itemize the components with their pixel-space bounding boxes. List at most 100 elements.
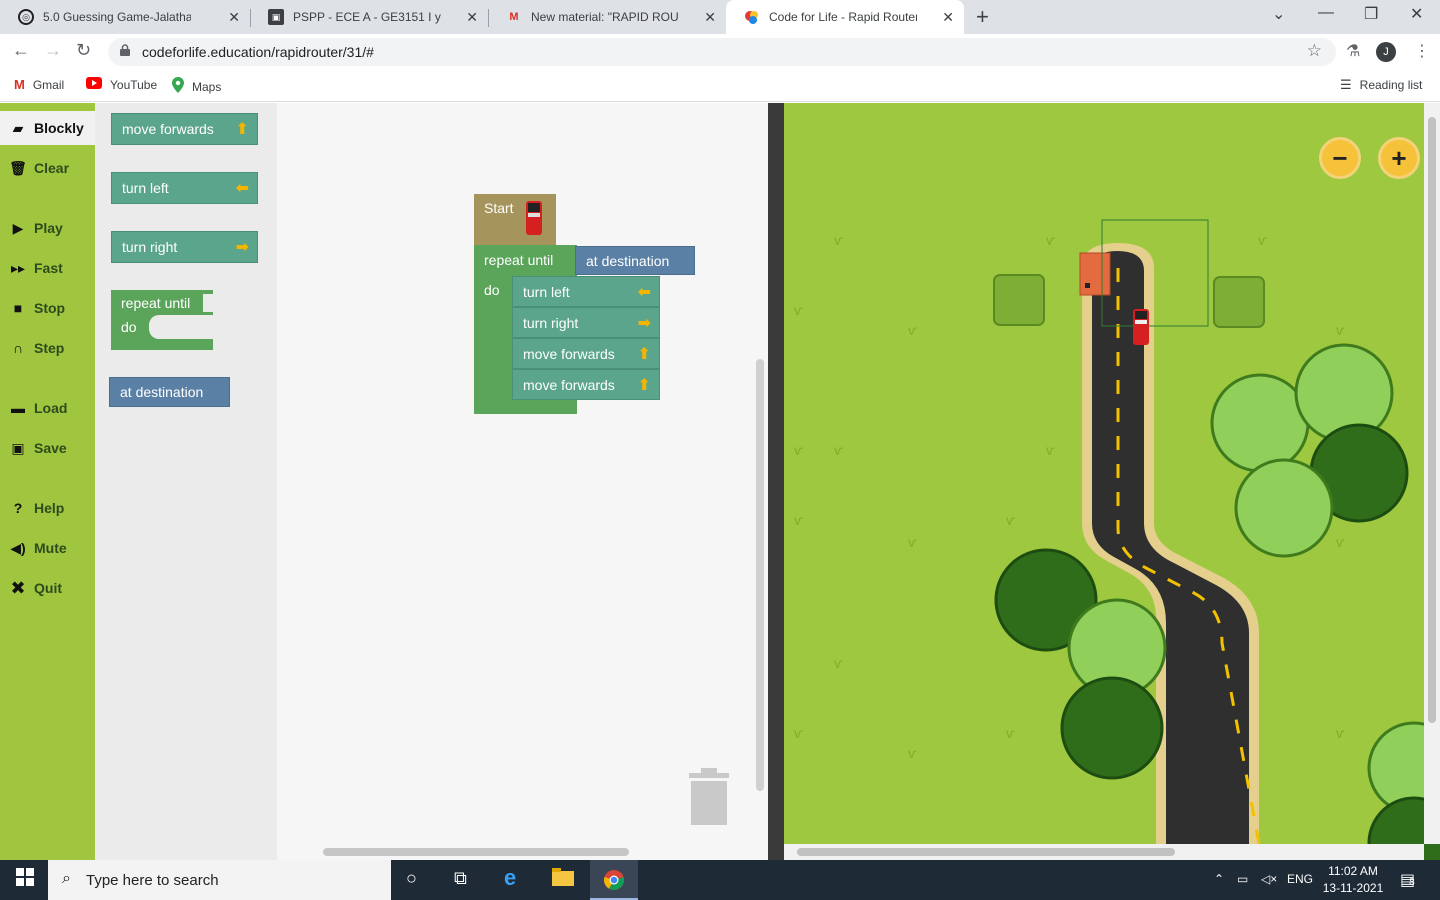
red-van-icon (526, 201, 542, 235)
extensions-icon[interactable]: ⚗ (1346, 41, 1360, 61)
turn-right-arrow-icon: ➡ (637, 314, 651, 332)
clear-button[interactable]: 🗑 Clear (0, 151, 95, 185)
toolbox-turn-left-block[interactable]: turn left ⬅ (111, 172, 258, 204)
save-button[interactable]: ▣ Save (0, 431, 95, 465)
svg-text:ѵ: ѵ (1336, 322, 1345, 338)
minimize-icon[interactable]: — (1318, 4, 1334, 22)
tab-guessing-game[interactable]: ◎ 5.0 Guessing Game-JalathanV - R ✕ (0, 0, 250, 34)
tray-chevron-icon[interactable]: ⌃ (1214, 872, 1224, 886)
volume-muted-icon[interactable]: ◁× (1261, 872, 1277, 886)
map-horizontal-scrollbar[interactable] (797, 848, 1175, 856)
chrome-icon (604, 870, 624, 890)
new-tab-button[interactable]: + (976, 4, 989, 30)
taskbar-search-input[interactable]: ⌕ Type here to search (48, 860, 391, 900)
classroom-icon: ▣ (268, 9, 284, 25)
bookmarks-bar: M Gmail YouTube Maps ☰ Reading list (0, 70, 1440, 102)
chrome-taskbar-button[interactable] (590, 860, 638, 900)
restore-icon[interactable]: ❐ (1364, 4, 1378, 24)
windows-start-icon[interactable] (16, 868, 34, 891)
profile-avatar[interactable]: J (1376, 42, 1396, 62)
tab-pspp[interactable]: ▣ PSPP - ECE A - GE3151 I year ECE ✕ (250, 0, 488, 34)
toolbox-turn-right-block[interactable]: turn right ➡ (111, 231, 258, 263)
reading-list-button[interactable]: ☰ Reading list (1340, 77, 1422, 93)
workspace-horizontal-scrollbar[interactable] (323, 848, 629, 856)
workspace-vertical-scrollbar[interactable] (756, 359, 764, 791)
panel-divider[interactable] (768, 103, 784, 860)
play-button[interactable]: ▶ Play (0, 211, 95, 245)
zoom-in-button[interactable]: + (1378, 137, 1420, 179)
browser-toolbar: ← → ↻ codeforlife.education/rapidrouter/… (0, 34, 1440, 70)
fast-button[interactable]: ▸▸ Fast (0, 251, 95, 285)
stop-button[interactable]: ■ Stop (0, 291, 95, 325)
help-icon: ? (13, 500, 23, 516)
file-explorer-icon[interactable] (552, 868, 574, 891)
svg-text:ѵ: ѵ (794, 512, 803, 528)
cortana-icon[interactable]: ○ (406, 868, 417, 889)
reading-list-icon: ☰ (1340, 77, 1352, 92)
statement-turn-right[interactable]: turn right ➡ (512, 307, 660, 338)
network-icon[interactable]: ▭ (1237, 872, 1248, 886)
turn-left-arrow-icon: ⬅ (637, 283, 651, 301)
tab-search-icon[interactable]: ⌄ (1272, 4, 1285, 24)
statement-move-forwards[interactable]: move forwards ⬆ (512, 369, 660, 400)
svg-text:ѵ: ѵ (1046, 442, 1055, 458)
address-bar[interactable]: codeforlife.education/rapidrouter/31/# ☆ (108, 38, 1336, 66)
bookmark-star-icon[interactable]: ☆ (1307, 41, 1322, 61)
workspace-trash-icon[interactable] (685, 767, 733, 827)
gmail-icon: M (509, 11, 519, 23)
language-indicator[interactable]: ENG (1287, 872, 1313, 886)
zoom-out-button[interactable]: − (1319, 137, 1361, 179)
load-button[interactable]: ▬ Load (0, 391, 95, 425)
notification-center-icon[interactable]: ▤8 (1400, 870, 1415, 890)
statement-move-forwards[interactable]: move forwards ⬆ (512, 338, 660, 369)
svg-text:ѵ: ѵ (908, 745, 917, 761)
bookmark-maps[interactable]: Maps (172, 77, 221, 96)
system-clock[interactable]: 11:02 AM 13-11-2021 (1318, 863, 1388, 897)
quit-button[interactable]: ✖ Quit (0, 571, 95, 605)
bush (1213, 276, 1265, 328)
game-map[interactable]: ѵѵѵ ѵѵѵ ѵѵѵ ѵѵѵѵ ѵѵѵѵѵ − + (784, 103, 1440, 860)
close-tab-icon[interactable]: ✕ (228, 9, 240, 26)
statement-turn-left[interactable]: turn left ⬅ (512, 276, 660, 307)
help-button[interactable]: ? Help (0, 491, 95, 525)
svg-text:ѵ: ѵ (1336, 725, 1345, 741)
toolbox-move-forwards-block[interactable]: move forwards ⬆ (111, 113, 258, 145)
svg-text:ѵ: ѵ (1046, 232, 1055, 248)
tab-rapid-router[interactable]: Code for Life - Rapid Router ✕ (726, 0, 964, 34)
close-tab-icon[interactable]: ✕ (942, 9, 954, 26)
forward-icon[interactable]: → (44, 40, 62, 61)
svg-text:ѵ: ѵ (908, 534, 917, 550)
stop-icon: ■ (13, 300, 23, 316)
window-close-icon[interactable]: ✕ (1410, 4, 1423, 24)
svg-text:ѵ: ѵ (908, 322, 917, 338)
maps-pin-icon (172, 77, 184, 96)
back-icon[interactable]: ← (12, 40, 30, 61)
game-sidebar: ▰ Blockly 🗑 Clear ▶ Play ▸▸ Fast ■ Stop ∩ Step… (0, 103, 95, 860)
blockly-workspace[interactable]: Start repeat until do at destination tur… (277, 103, 768, 860)
start-block[interactable]: Start (474, 194, 556, 245)
blockly-button[interactable]: ▰ Blockly (0, 111, 95, 145)
mute-button[interactable]: ◀) Mute (0, 531, 95, 565)
map-vertical-scrollbar[interactable] (1428, 117, 1436, 723)
arrow-up-icon: ⬆ (637, 376, 651, 394)
toolbox-repeat-until-block[interactable]: repeat until do (111, 290, 213, 350)
toolbox-at-destination-block[interactable]: at destination (109, 377, 230, 407)
task-view-icon[interactable]: ⧉ (454, 868, 467, 889)
close-tab-icon[interactable]: ✕ (466, 9, 478, 26)
edge-icon[interactable]: e (504, 865, 516, 891)
bookmark-youtube[interactable]: YouTube (86, 77, 157, 92)
reload-icon[interactable]: ↻ (76, 40, 91, 61)
menu-icon[interactable]: ⋮ (1414, 41, 1430, 61)
turn-right-arrow-icon: ➡ (235, 239, 249, 256)
tab-gmail[interactable]: M New material: "RAPID ROUTER LE ✕ (488, 0, 726, 34)
step-button[interactable]: ∩ Step (0, 331, 95, 365)
speaker-icon: ◀) (10, 539, 26, 556)
arrow-up-icon: ⬆ (235, 121, 249, 138)
gmail-icon: M (14, 77, 25, 92)
folder-icon: ▬ (11, 400, 25, 416)
svg-text:ѵ: ѵ (794, 725, 803, 741)
close-tab-icon[interactable]: ✕ (704, 9, 716, 26)
at-destination-condition[interactable]: at destination (575, 246, 695, 275)
player-van-icon (1133, 309, 1149, 345)
bookmark-gmail[interactable]: M Gmail (14, 77, 64, 92)
